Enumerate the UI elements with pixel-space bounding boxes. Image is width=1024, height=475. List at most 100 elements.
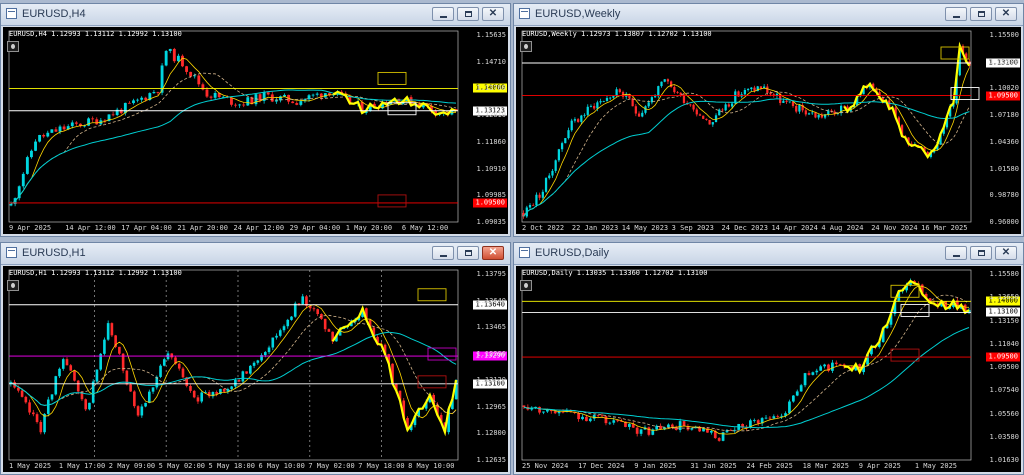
chart-window-icon (519, 8, 530, 19)
chart-window-h4[interactable]: EURUSD,H4 ✕ EURUSD,H4 1.12993 1.13112 1.… (0, 3, 511, 237)
chart-window-daily[interactable]: EURUSD,Daily ✕ EURUSD,Daily 1.13035 1.13… (513, 242, 1024, 475)
candle-body (327, 329, 331, 332)
title-bar[interactable]: EURUSD,H1 ✕ (1, 243, 510, 265)
chart-area[interactable]: EURUSD,H1 1.12993 1.13112 1.12992 1.1310… (3, 266, 508, 472)
price-axis-label: 1.09985 (476, 191, 506, 200)
time-axis-label: 2 May 09:00 (108, 462, 156, 470)
candle-body (316, 309, 319, 315)
one-click-trading-icon[interactable] (7, 280, 19, 291)
time-axis-label: 1 May 2025 (914, 462, 958, 470)
candle-body (152, 91, 156, 94)
moving-average-line (523, 327, 970, 429)
candle-body (103, 339, 106, 354)
candle-body (673, 87, 676, 93)
price-chart[interactable] (516, 266, 1021, 472)
candle-body (639, 429, 643, 434)
time-axis-label: 1 May 17:00 (58, 462, 106, 470)
candle-body (734, 91, 737, 104)
price-axis-label: 1.11860 (476, 137, 506, 146)
title-bar[interactable]: EURUSD,Daily ✕ (514, 243, 1023, 265)
close-button[interactable]: ✕ (482, 246, 504, 260)
title-bar[interactable]: EURUSD,H4 ✕ (1, 4, 510, 26)
candle-body (311, 94, 315, 96)
symbol-info: EURUSD,H4 1.12993 1.13112 1.12992 1.1310… (9, 30, 182, 38)
one-click-trading-icon[interactable] (7, 41, 19, 52)
candle-body (185, 66, 188, 72)
candle-body (278, 330, 282, 336)
chart-area[interactable]: EURUSD,Weekly 1.12973 1.13807 1.12702 1.… (516, 27, 1021, 234)
candle-body (660, 81, 663, 87)
candle-body (156, 91, 160, 93)
candle-body (189, 71, 193, 77)
candle-body (21, 173, 25, 187)
close-button[interactable]: ✕ (995, 7, 1017, 21)
chart-frame (521, 30, 972, 223)
candle-body (312, 308, 316, 310)
price-chart[interactable] (3, 266, 508, 472)
price-axis-label: 0.96000 (989, 218, 1019, 226)
moving-average-line (10, 89, 457, 205)
candle-body (88, 402, 91, 410)
price-axis-label: 1.15500 (989, 31, 1019, 39)
candle-body (266, 92, 270, 95)
candle-body (275, 335, 278, 338)
candle-body (612, 96, 615, 98)
minimize-button[interactable] (432, 7, 454, 21)
candle-body (200, 392, 204, 402)
candle-body (159, 365, 162, 377)
candle-body (618, 89, 621, 93)
one-click-trading-icon[interactable] (520, 41, 532, 52)
minimize-button[interactable] (945, 246, 967, 260)
title-bar[interactable]: EURUSD,Weekly ✕ (514, 4, 1023, 26)
chart-frame (8, 269, 459, 461)
chart-window-weekly[interactable]: EURUSD,Weekly ✕ EURUSD,Weekly 1.12973 1.… (513, 3, 1024, 237)
chart-area[interactable]: EURUSD,Daily 1.13035 1.13360 1.12702 1.1… (516, 266, 1021, 472)
minimize-button[interactable] (945, 7, 967, 21)
candle-body (653, 96, 657, 98)
price-axis-label: 1.15580 (989, 270, 1019, 278)
maximize-button[interactable] (457, 7, 479, 21)
candle-body (557, 149, 561, 161)
candle-body (743, 89, 747, 95)
time-axis-label: 21 Apr 20:00 (177, 224, 228, 232)
close-button[interactable]: ✕ (995, 246, 1017, 260)
candle-body (532, 205, 535, 206)
time-axis-label: 17 Apr 04:00 (121, 224, 172, 232)
chart-window-icon (6, 247, 17, 258)
maximize-button[interactable] (457, 246, 479, 260)
candle-body (799, 385, 803, 392)
candle-body (634, 106, 637, 114)
candle-body (197, 75, 201, 85)
minimize-button[interactable] (432, 246, 454, 260)
symbol-info: EURUSD,Weekly 1.12973 1.13807 1.12702 1.… (522, 30, 712, 38)
time-axis-label: 24 Dec 2023 (721, 224, 768, 232)
candle-body (95, 119, 99, 125)
close-button[interactable]: ✕ (482, 7, 504, 21)
candle-body (647, 102, 650, 107)
candle-body (144, 97, 148, 100)
maximize-button[interactable] (970, 246, 992, 260)
candle-body (222, 388, 226, 392)
chart-frame (521, 269, 972, 461)
candle-body (670, 424, 674, 427)
price-chart[interactable] (516, 27, 1021, 234)
candle-body (817, 114, 820, 118)
candle-body (106, 323, 110, 340)
price-axis-label: 1.13465 (476, 323, 506, 332)
candle-body (596, 102, 599, 109)
chart-window-h1[interactable]: EURUSD,H1 ✕ EURUSD,H1 1.12993 1.13112 1.… (0, 242, 511, 475)
candle-body (91, 118, 95, 120)
candle-body (192, 390, 196, 398)
candle-body (54, 129, 58, 132)
moving-average-line (523, 285, 970, 435)
candle-body (50, 129, 54, 133)
candle-body (838, 364, 842, 365)
price-axis-label: 1.01630 (989, 456, 1019, 464)
candle-body (666, 79, 670, 82)
chart-area[interactable]: EURUSD,H4 1.12993 1.13112 1.12992 1.1310… (3, 27, 508, 234)
candle-body (283, 94, 286, 97)
candle-body (641, 112, 644, 117)
maximize-button[interactable] (970, 7, 992, 21)
one-click-trading-icon[interactable] (520, 280, 532, 291)
price-chart[interactable] (3, 27, 508, 234)
